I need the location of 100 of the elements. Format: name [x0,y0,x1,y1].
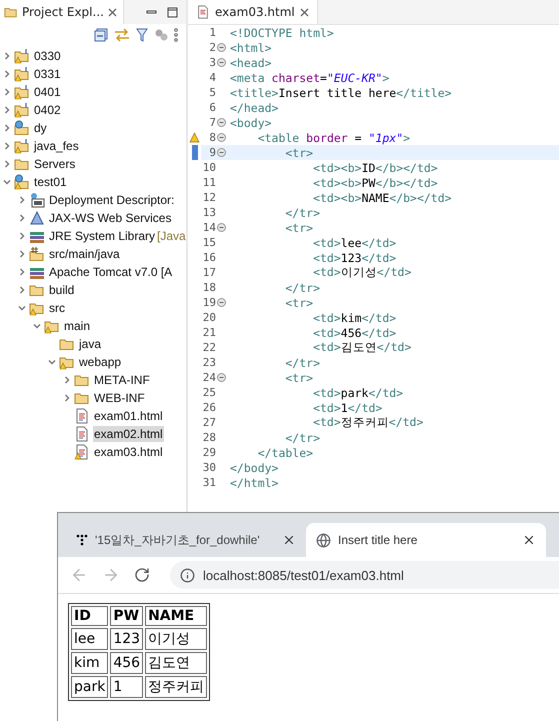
code-line: <tr> [284,296,314,310]
tree-item[interactable]: exam03.html [93,444,164,460]
line-number: 15 [202,236,216,249]
fold-icon[interactable] [217,223,226,232]
line-number: 23 [202,356,216,369]
line-number: 7 [208,116,216,129]
table-cell: 456 [110,652,144,674]
tree-item[interactable]: JRE System Library [48,228,156,244]
fold-icon[interactable] [217,43,226,52]
line-number: 6 [208,101,216,114]
browser-tab[interactable]: Insert title here [306,523,546,557]
code-line: <td><b>ID</b></td> [312,160,438,174]
tree-item[interactable]: exam01.html [93,408,164,424]
line-number: 13 [202,206,216,219]
tree-item[interactable]: java_fes [33,138,80,154]
code-line: <body> [230,116,272,130]
address-bar[interactable]: localhost:8085/test01/exam03.html [170,561,559,589]
tree-item[interactable]: main [63,318,92,334]
code-line: <td><b>PW</b></td> [312,176,438,190]
tree-item[interactable]: WEB-INF [93,390,146,406]
maximize-icon[interactable] [167,6,178,18]
fold-icon[interactable] [217,298,226,307]
tree-item[interactable]: META-INF [93,372,151,388]
dots-icon [76,534,88,546]
fold-icon[interactable] [217,373,226,382]
line-number: 1 [208,26,216,39]
tree-item[interactable]: webapp [78,354,122,370]
table-cell: 1 [110,676,144,698]
menu-icon[interactable] [174,28,178,42]
folder-icon [4,5,18,19]
code-line: <tr> [284,220,314,234]
browser-tab[interactable]: '15일차_자바기초_for_dowhile' [66,523,306,557]
tree-item[interactable]: JAX-WS Web Services [48,210,172,226]
globe-folder-icon [14,120,30,136]
code-line: <td>1</td> [312,400,382,414]
tree-item-suffix: [Java [157,229,186,243]
tree-item[interactable]: exam02.html [93,426,164,442]
tree-item[interactable]: src [48,300,66,316]
code-line: </tr> [284,280,320,294]
web-services-icon [29,210,45,226]
tree-item[interactable]: src/main/java [48,246,121,262]
code-line: <html> [230,40,272,54]
fold-icon[interactable] [217,58,226,67]
line-number: 2 [208,41,216,54]
code-line: <td>park</td> [312,386,404,400]
line-number: 17 [202,266,216,279]
line-number: 30 [202,461,216,474]
line-number: 18 [202,281,216,294]
code-line: </head> [230,100,278,114]
close-icon[interactable] [522,533,536,547]
fold-icon[interactable] [217,118,226,127]
tree-item[interactable]: Servers [33,156,76,172]
collapse-all-icon[interactable] [94,28,108,42]
code-line: <td>kim</td> [312,310,396,324]
code-line: </table> [256,446,314,460]
tree-item[interactable]: 0330 [33,48,62,64]
change-marker [192,145,198,160]
header-cell: PW [110,606,144,626]
globe-icon [316,532,331,548]
close-icon[interactable] [282,533,296,547]
fold-icon[interactable] [217,133,226,142]
code-line: </tr> [284,430,320,444]
line-number: 16 [202,251,216,264]
info-icon[interactable] [180,568,195,582]
tree-item[interactable]: test01 [33,174,68,190]
code-line: <td>456</td> [312,326,396,340]
line-number: 20 [202,311,216,324]
code-line: <td>이기성</td> [312,265,412,280]
close-icon[interactable] [300,8,309,16]
tree-item[interactable]: build [48,282,76,298]
line-number: 28 [202,431,216,444]
code-line: </tr> [284,206,320,220]
code-line: <head> [230,56,272,70]
tree-item[interactable]: 0402 [33,102,62,118]
code-line: <td>lee</td> [312,236,396,250]
line-number: 29 [202,446,216,459]
table-cell: lee [71,628,108,650]
line-number: 9 [208,146,216,159]
line-number: 26 [202,401,216,414]
code-line: <table border = "1px"> [256,130,410,144]
line-number: 24 [202,371,216,384]
table-cell: park [71,676,108,698]
gears-icon[interactable] [154,28,168,42]
header-cell: ID [71,606,108,626]
filter-icon[interactable] [136,28,148,42]
code-line: <td>김도연</td> [312,340,412,355]
reload-icon[interactable] [134,567,150,583]
package-folder-icon [29,246,45,262]
tree-item[interactable]: Deployment Descriptor: [48,192,176,208]
fold-icon[interactable] [217,148,226,157]
sync-arrows-icon[interactable] [114,28,130,42]
tree-item[interactable]: java [78,336,102,352]
header-cell: NAME [145,606,208,626]
tree-item[interactable]: 0401 [33,84,62,100]
tree-item[interactable]: dy [33,120,48,136]
tree-item[interactable]: 0331 [33,66,62,82]
close-icon[interactable] [108,8,117,16]
line-number: 11 [202,176,216,189]
tree-item[interactable]: Apache Tomcat v7.0 [A [48,264,174,280]
html-file-icon [196,5,210,19]
